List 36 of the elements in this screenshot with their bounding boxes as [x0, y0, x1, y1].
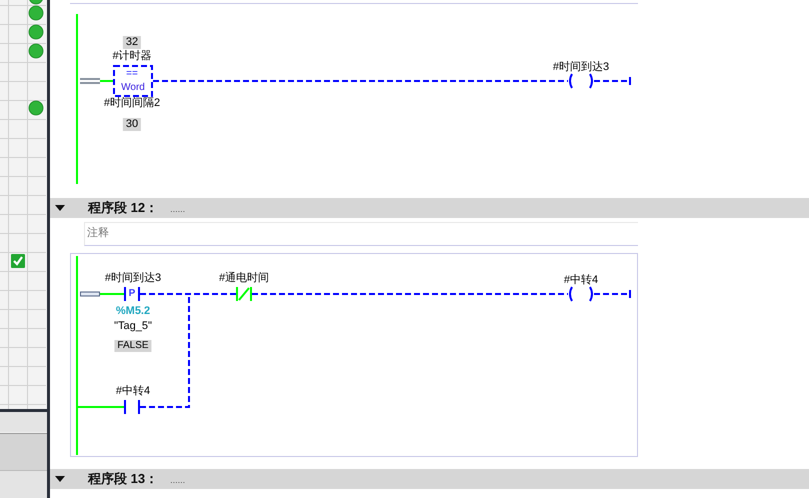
- tag-label: "Tag_5": [114, 321, 152, 332]
- value-display: 30: [122, 118, 142, 131]
- collapse-toggle-icon[interactable]: [54, 475, 66, 483]
- network-comment: ......: [170, 474, 186, 487]
- status-dot-icon: [28, 100, 44, 116]
- status-dot-icon: [28, 24, 44, 40]
- wire: [100, 293, 124, 295]
- wire: [78, 406, 124, 408]
- address-label: %M5.2: [116, 306, 150, 317]
- operand-label: #计时器: [112, 51, 152, 62]
- network-title: 程序段 13：: [88, 470, 158, 488]
- operator-label: ==: [126, 69, 138, 79]
- operand-label: #时间间隔2: [104, 98, 160, 109]
- value-display: 32: [122, 36, 142, 49]
- panel-row: [0, 433, 47, 470]
- value-display: FALSE: [114, 340, 152, 352]
- comment-field[interactable]: 注释: [84, 222, 638, 246]
- panel-row: [0, 412, 47, 432]
- rung-stub-icon: [80, 292, 100, 296]
- wire: [594, 80, 630, 82]
- checkmark-icon: [11, 254, 25, 268]
- network-comment: ......: [170, 202, 186, 216]
- operand-label: #中转4: [116, 386, 150, 397]
- edge-type-label: P: [128, 289, 136, 299]
- status-dot-icon: [28, 44, 44, 58]
- operand-label: #时间到达3: [552, 62, 610, 73]
- rung-stub-icon: [80, 78, 100, 84]
- operand-label: #时间到达3: [104, 273, 162, 284]
- panel-row: [0, 470, 47, 498]
- operand-label: #中转4: [564, 275, 598, 286]
- network-title: 程序段 12：: [88, 199, 158, 218]
- collapse-toggle-icon[interactable]: [54, 204, 66, 212]
- wire: [594, 293, 630, 295]
- operand-label: #通电时间: [218, 273, 270, 284]
- wire: [100, 80, 114, 82]
- type-label: Word: [121, 83, 145, 93]
